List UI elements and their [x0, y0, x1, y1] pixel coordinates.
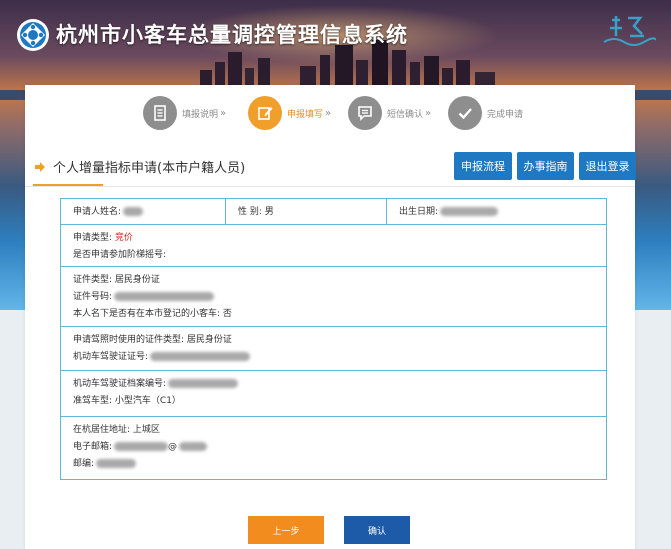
applicant-name-cell: 申请人姓名:	[61, 199, 225, 225]
step-apply-form: 申报填写 »	[248, 93, 331, 133]
step-label: 短信确认	[387, 109, 424, 120]
address-label: 在杭居住地址:	[73, 425, 131, 435]
table-row-apply-type: 申请类型: 竞价 是否申请参加阶梯摇号:	[61, 225, 606, 267]
application-info-table: 申请人姓名: 性 别: 男 出生日期: 申请类型: 竞价 是否申请参加阶梯摇号:…	[60, 198, 607, 480]
document-icon	[143, 96, 177, 130]
message-icon	[348, 96, 382, 130]
redacted-value	[440, 207, 499, 216]
step-label: 申报填写	[287, 109, 324, 120]
section-title: 个人增量指标申请(本市户籍人员)	[53, 161, 246, 176]
redacted-value	[123, 207, 144, 216]
table-row-basic: 申请人姓名: 性 别: 男 出生日期:	[61, 199, 606, 225]
redacted-value	[168, 379, 239, 388]
vehicle-type-label: 准驾车型:	[73, 396, 113, 406]
license-id-type-value: 居民身份证	[186, 335, 232, 345]
step-label: 填报说明	[182, 109, 219, 120]
main-panel: 填报说明 » 申报填写 » 短信确认 » 完成申请 个人增量指标申请(本市户籍人…	[25, 85, 636, 549]
prev-step-button[interactable]: 上一步	[248, 516, 324, 544]
vehicle-type-value: 小型汽车（C1）	[114, 396, 181, 406]
id-number-label: 证件号码:	[73, 292, 113, 302]
chevron-right-icon: »	[325, 107, 332, 119]
table-row-license: 申请驾照时使用的证件类型: 居民身份证 机动车驾驶证证号:	[61, 327, 606, 371]
has-car-value: 否	[222, 309, 232, 319]
birth-date-cell: 出生日期:	[386, 199, 606, 225]
apply-type-label: 申请类型:	[73, 233, 113, 243]
gender-label: 性 别:	[238, 207, 262, 217]
table-row-id-info: 证件类型: 居民身份证 证件号码: 本人名下是否有在本市登记的小客车: 否	[61, 267, 606, 327]
system-title: 杭州市小客车总量调控管理信息系统	[56, 23, 408, 47]
chevron-right-icon: »	[425, 107, 432, 119]
step-complete: 完成申请	[448, 93, 523, 133]
logout-button[interactable]: 退出登录	[579, 152, 636, 180]
edit-icon	[248, 96, 282, 130]
apply-type-value: 竞价	[114, 233, 133, 243]
chevron-right-icon: »	[220, 107, 227, 119]
process-button[interactable]: 申报流程	[454, 152, 512, 180]
archive-number-label: 机动车驾驶证档案编号:	[73, 379, 167, 389]
redacted-value	[179, 442, 208, 451]
redacted-value	[150, 352, 251, 361]
address-value: 上城区	[132, 425, 160, 435]
table-row-archive: 机动车驾驶证档案编号: 准驾车型: 小型汽车（C1）	[61, 371, 606, 417]
arrow-right-icon	[35, 161, 45, 172]
check-icon	[448, 96, 482, 130]
ladder-lottery-label: 是否申请参加阶梯摇号:	[73, 250, 167, 260]
step-fill-instructions: 填报说明 »	[143, 93, 226, 133]
gender-value: 男	[264, 207, 274, 217]
id-type-label: 证件类型:	[73, 275, 113, 285]
has-car-label: 本人名下是否有在本市登记的小客车:	[73, 309, 221, 319]
redacted-value	[114, 292, 215, 301]
title-underline	[33, 184, 103, 186]
progress-steps: 填报说明 » 申报填写 » 短信确认 » 完成申请	[143, 93, 563, 133]
hangzhou-brand-icon	[603, 16, 656, 46]
step-label: 完成申请	[487, 109, 524, 120]
section-title-wrap: 个人增量指标申请(本市户籍人员)	[33, 157, 245, 176]
section-header: 个人增量指标申请(本市户籍人员) 申报流程 办事指南 退出登录	[25, 147, 636, 187]
gender-cell: 性 别: 男	[225, 199, 386, 225]
applicant-name-label: 申请人姓名:	[73, 207, 122, 217]
redacted-value	[114, 442, 169, 451]
license-number-label: 机动车驾驶证证号:	[73, 352, 149, 362]
table-row-contact: 在杭居住地址: 上城区 电子邮箱: @ 邮编:	[61, 417, 606, 479]
step-sms-confirm: 短信确认 »	[348, 93, 431, 133]
email-label: 电子邮箱:	[73, 442, 113, 452]
confirm-button[interactable]: 确认	[344, 516, 410, 544]
license-id-type-label: 申请驾照时使用的证件类型:	[73, 335, 185, 345]
postcode-label: 邮编:	[73, 459, 95, 469]
email-visible-part: @	[168, 442, 178, 452]
redacted-value	[96, 459, 137, 468]
id-type-value: 居民身份证	[114, 275, 160, 285]
guide-button[interactable]: 办事指南	[517, 152, 574, 180]
system-logo-icon	[17, 19, 49, 51]
birth-date-label: 出生日期:	[399, 207, 439, 217]
